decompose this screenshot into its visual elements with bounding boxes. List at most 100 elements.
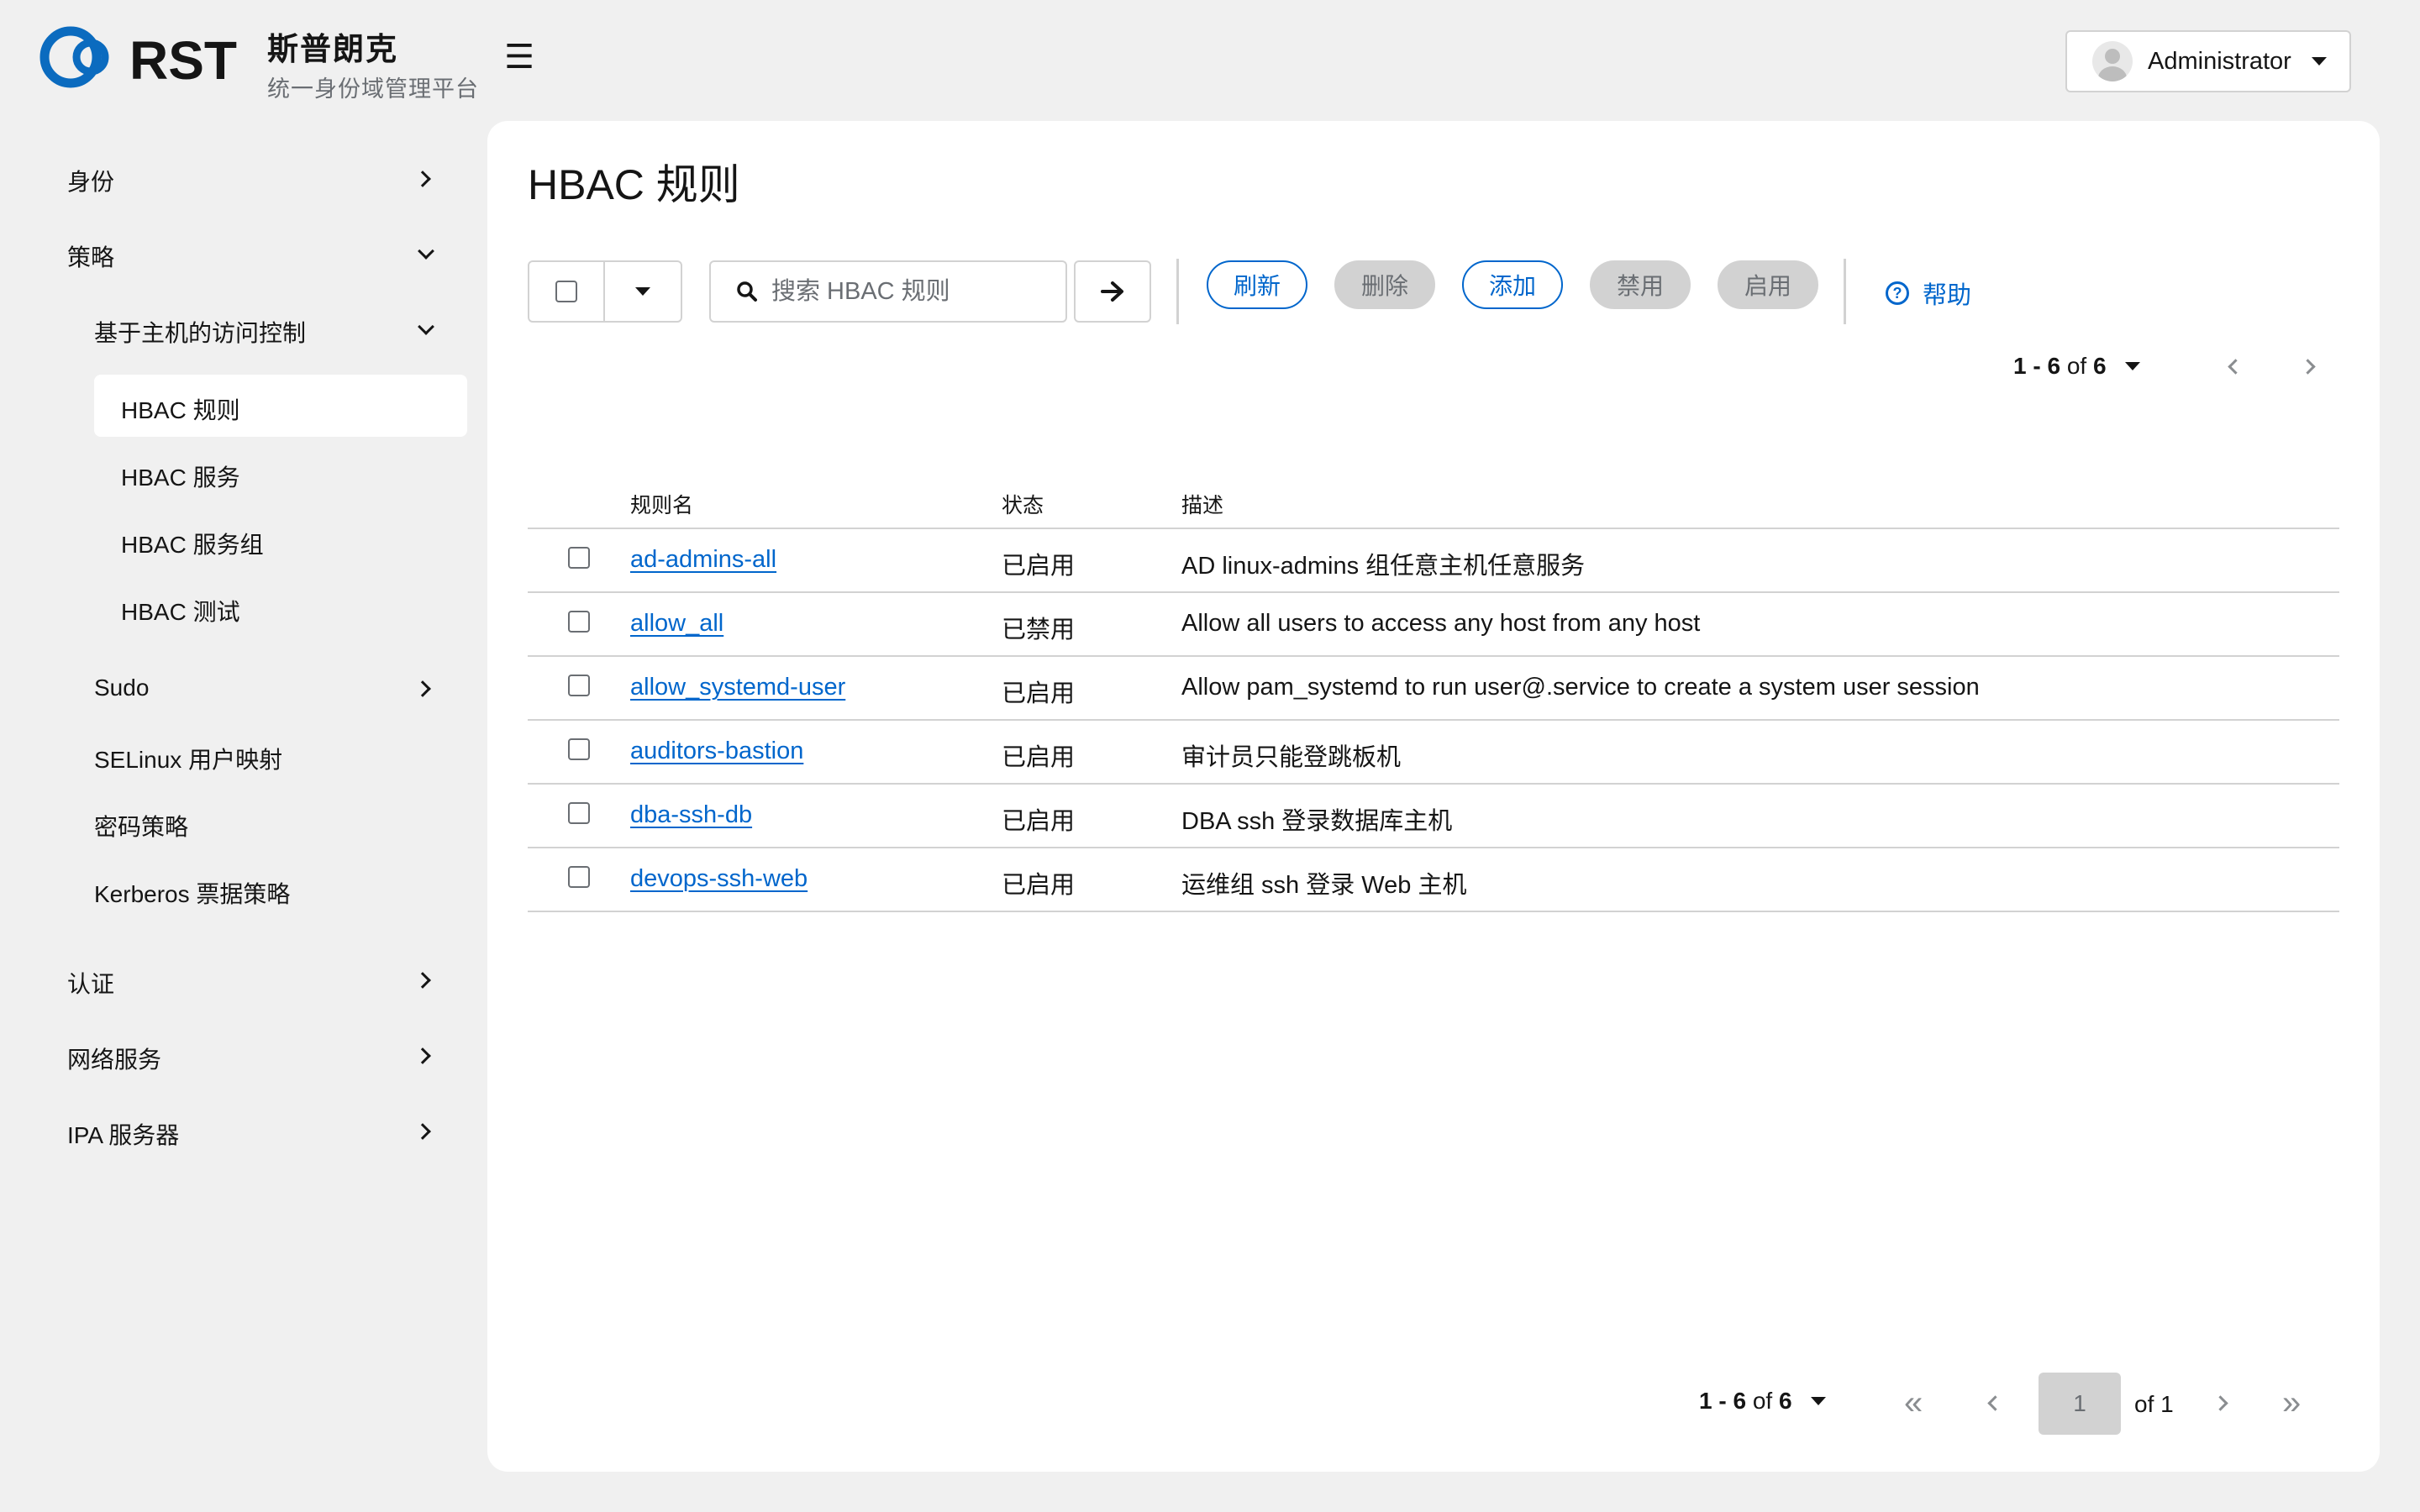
sidebar-item-hbac-service-groups[interactable]: HBAC 服务组 <box>121 527 264 560</box>
pagination-toggle-top[interactable]: 1 - 6 of 6 <box>2013 353 2140 380</box>
toolbar-divider <box>1176 259 1179 324</box>
chevron-right-icon <box>414 171 431 187</box>
sidebar-item-password-policy[interactable]: 密码策略 <box>94 809 188 843</box>
row-checkbox[interactable] <box>568 547 590 569</box>
rule-name-link[interactable]: dba-ssh-db <box>630 801 752 829</box>
rule-name-link[interactable]: allow_all <box>630 610 723 638</box>
rule-name-link[interactable]: devops-ssh-web <box>630 865 808 893</box>
sidebar-item-label: 基于主机的访问控制 <box>94 320 307 346</box>
first-page-icon[interactable]: « <box>1904 1386 1923 1420</box>
rule-status: 已启用 <box>1002 680 1076 707</box>
sidebar-item-identity[interactable]: 身份 <box>67 164 114 197</box>
rule-description: AD linux-admins 组任意主机任意服务 <box>1181 553 1586 580</box>
current-page-input[interactable] <box>2039 1373 2121 1435</box>
column-header-description[interactable]: 描述 <box>1181 489 1223 519</box>
rule-status: 已禁用 <box>1002 617 1076 643</box>
sidebar-item-network-services[interactable]: 网络服务 <box>67 1042 161 1075</box>
help-link[interactable]: ? 帮助 <box>1886 276 1971 311</box>
rule-status: 已启用 <box>1002 553 1076 580</box>
help-icon: ? <box>1886 281 1909 305</box>
arrow-right-icon <box>1101 281 1123 302</box>
rst-logo: RST <box>39 22 244 92</box>
range-total: 6 <box>1778 1388 1792 1414</box>
refresh-button[interactable]: 刷新 <box>1207 260 1307 309</box>
row-checkbox[interactable] <box>568 675 590 696</box>
chevron-down-icon <box>418 243 434 260</box>
range-start: 1 <box>1699 1388 1712 1414</box>
caret-down-icon <box>2124 362 2140 370</box>
chevron-right-icon <box>414 972 431 989</box>
pagination-toggle-bottom[interactable]: 1 - 6 of 6 <box>1699 1388 1826 1415</box>
rule-description: Allow pam_systemd to run user@.service t… <box>1181 674 1980 701</box>
sidebar-item-label: 策略 <box>67 244 115 270</box>
sidebar-item-authentication[interactable]: 认证 <box>67 966 114 1000</box>
table-header-divider <box>528 528 2339 529</box>
avatar-icon <box>2092 41 2133 81</box>
sidebar-item-ipa-server[interactable]: IPA 服务器 <box>67 1117 179 1151</box>
rule-name-link[interactable]: ad-admins-all <box>630 546 776 574</box>
range-total: 6 <box>2092 353 2107 379</box>
sidebar-item-hbac-services[interactable]: HBAC 服务 <box>121 459 240 493</box>
range-start: 1 <box>2013 353 2027 379</box>
search-box[interactable] <box>709 260 1067 323</box>
range-end: 6 <box>1733 1388 1747 1414</box>
range-end: 6 <box>2047 353 2061 379</box>
sidebar-item-sudo[interactable]: Sudo <box>94 675 149 701</box>
sidebar-item-selinux[interactable]: SELinux 用户映射 <box>94 742 282 775</box>
rule-status: 已启用 <box>1002 808 1076 835</box>
of-pages: of 1 <box>2134 1391 2174 1417</box>
sidebar-item-hbac-test[interactable]: HBAC 测试 <box>121 594 240 627</box>
row-checkbox[interactable] <box>568 802 590 824</box>
rule-description: 审计员只能登跳板机 <box>1181 744 1402 771</box>
sidebar-item-hbac[interactable]: 基于主机的访问控制 <box>94 315 306 349</box>
user-name: Administrator <box>2148 47 2291 75</box>
search-input[interactable] <box>771 277 1057 306</box>
caret-down-icon <box>2311 57 2327 66</box>
sidebar-item-label: HBAC 服务组 <box>121 532 264 558</box>
rule-name-link[interactable]: allow_systemd-user <box>630 674 845 701</box>
row-checkbox[interactable] <box>568 611 590 633</box>
of-word: of <box>2060 353 2093 379</box>
bulk-select-toggle[interactable] <box>605 262 681 321</box>
enable-button[interactable]: 启用 <box>1718 260 1818 309</box>
row-divider <box>528 591 2339 593</box>
last-page-icon[interactable]: » <box>2282 1386 2301 1420</box>
select-all-checkbox[interactable] <box>529 262 605 321</box>
delete-button[interactable]: 删除 <box>1334 260 1435 309</box>
disable-button[interactable]: 禁用 <box>1590 260 1691 309</box>
brand-subtitle: 统一身份域管理平台 <box>267 76 479 102</box>
column-header-name[interactable]: 规则名 <box>630 489 693 519</box>
sidebar-item-label: 认证 <box>67 971 115 997</box>
checkbox-icon <box>555 281 577 302</box>
hamburger-icon[interactable]: ☰ <box>502 40 536 74</box>
sidebar-item-label: SELinux 用户映射 <box>94 747 283 773</box>
user-menu[interactable]: Administrator <box>2065 30 2351 92</box>
sidebar-item-label: HBAC 服务 <box>121 465 240 491</box>
chevron-right-icon <box>414 1123 431 1140</box>
row-divider <box>528 847 2339 848</box>
row-divider <box>528 655 2339 657</box>
of-word: of <box>1746 1388 1779 1414</box>
chevron-down-icon <box>418 318 434 335</box>
row-divider <box>528 719 2339 721</box>
sidebar-item-policy[interactable]: 策略 <box>67 239 114 273</box>
sidebar-item-kerberos-policy[interactable]: Kerberos 票据策略 <box>94 876 290 910</box>
column-header-status[interactable]: 状态 <box>1002 489 1044 519</box>
sidebar-item-label: Kerberos 票据策略 <box>94 881 291 907</box>
sidebar-item-label: Sudo <box>94 675 150 701</box>
rule-description: DBA ssh 登录数据库主机 <box>1181 808 1453 835</box>
bulk-select[interactable] <box>528 260 682 323</box>
search-submit-button[interactable] <box>1074 260 1151 323</box>
rule-name-link[interactable]: auditors-bastion <box>630 738 803 765</box>
sidebar-item-label: 网络服务 <box>67 1047 162 1073</box>
caret-down-icon <box>635 287 650 296</box>
chevron-right-icon <box>414 680 431 697</box>
add-button[interactable]: 添加 <box>1462 260 1563 309</box>
rule-status: 已启用 <box>1002 872 1076 899</box>
brand-name: 斯普朗克 <box>267 32 398 66</box>
row-checkbox[interactable] <box>568 866 590 888</box>
rule-description: 运维组 ssh 登录 Web 主机 <box>1181 872 1467 899</box>
row-checkbox[interactable] <box>568 738 590 760</box>
toolbar-divider <box>1844 259 1846 324</box>
sidebar-item-hbac-rules[interactable]: HBAC 规则 <box>121 392 240 426</box>
